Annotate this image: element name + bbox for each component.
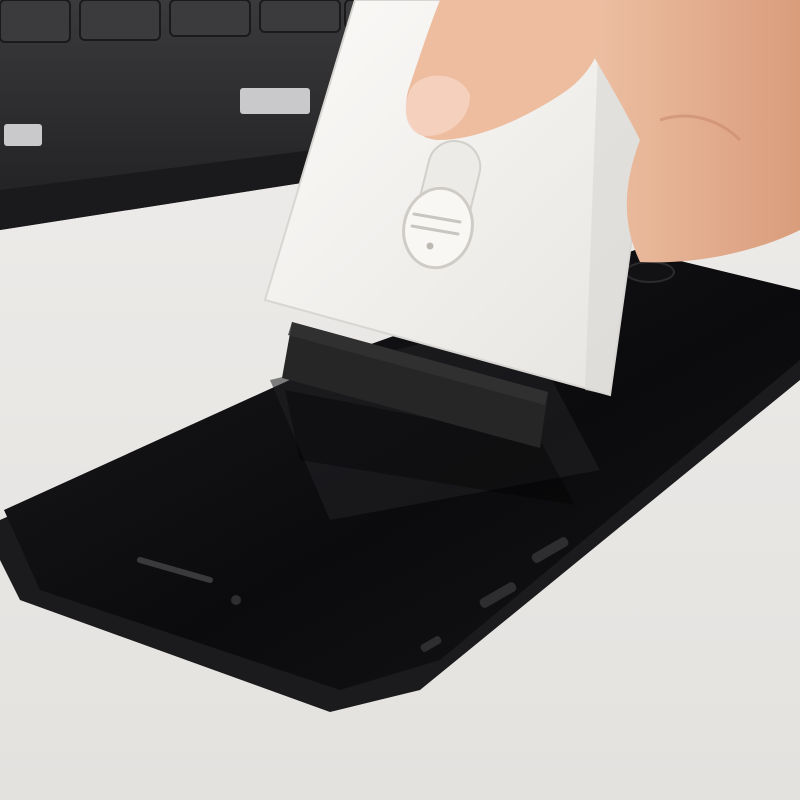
- photo-scene: [0, 0, 800, 800]
- home-button: [625, 261, 675, 283]
- slider-dot: [426, 242, 434, 250]
- front-camera: [231, 595, 241, 605]
